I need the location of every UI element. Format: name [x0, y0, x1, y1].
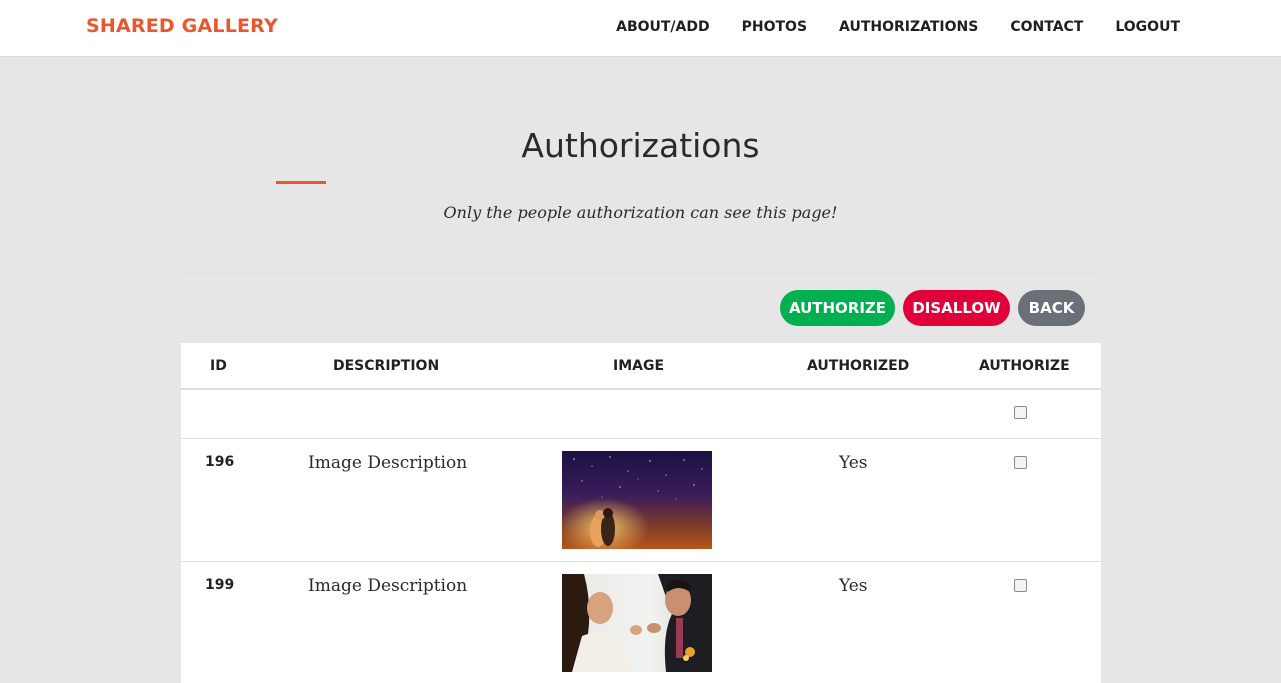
disallow-button[interactable]: DISALLOW [903, 290, 1010, 326]
row-authorize-checkbox[interactable] [1014, 579, 1027, 592]
page-subtitle: Only the people authorization can see th… [443, 203, 838, 222]
couple-feeding-cake-thumbnail[interactable] [562, 574, 712, 672]
back-button[interactable]: BACK [1018, 290, 1085, 326]
brand-logo[interactable]: SHARED GALLERY [86, 15, 278, 37]
top-navbar: SHARED GALLERY ABOUT/ADD PHOTOS AUTHORIZ… [0, 0, 1281, 57]
row-id: 196 [205, 454, 235, 470]
authorizations-table: ID DESCRIPTION IMAGE AUTHORIZED AUTHORIZ… [181, 343, 1101, 683]
title-accent-line [276, 181, 326, 184]
column-header-description: DESCRIPTION [333, 358, 440, 374]
nav-links: ABOUT/ADD PHOTOS AUTHORIZATIONS CONTACT … [616, 19, 1180, 35]
column-header-id: ID [210, 358, 227, 374]
row-divider [181, 561, 1101, 562]
nav-logout[interactable]: LOGOUT [1115, 19, 1180, 35]
starry-night-couple-thumbnail[interactable] [562, 451, 712, 549]
column-header-image: IMAGE [613, 358, 665, 374]
starry-night-couple-image [562, 451, 712, 549]
row-authorized-value: Yes [839, 453, 868, 473]
row-authorized-value: Yes [839, 576, 868, 596]
column-header-authorize: AUTHORIZE [979, 358, 1070, 374]
row-divider [181, 438, 1101, 439]
authorize-button[interactable]: AUTHORIZE [780, 290, 895, 326]
row-description: Image Description [308, 576, 468, 596]
select-all-checkbox[interactable] [1014, 406, 1027, 419]
section-divider [181, 273, 1101, 274]
header-divider [181, 388, 1101, 390]
row-id: 199 [205, 577, 235, 593]
nav-authorizations[interactable]: AUTHORIZATIONS [839, 19, 978, 35]
row-description: Image Description [308, 453, 468, 473]
nav-photos[interactable]: PHOTOS [742, 19, 807, 35]
row-authorize-checkbox[interactable] [1014, 456, 1027, 469]
nav-contact[interactable]: CONTACT [1010, 19, 1083, 35]
column-header-authorized: AUTHORIZED [807, 358, 910, 374]
nav-about-add[interactable]: ABOUT/ADD [616, 19, 710, 35]
couple-feeding-cake-image [562, 574, 712, 672]
page-title: Authorizations [521, 126, 760, 165]
